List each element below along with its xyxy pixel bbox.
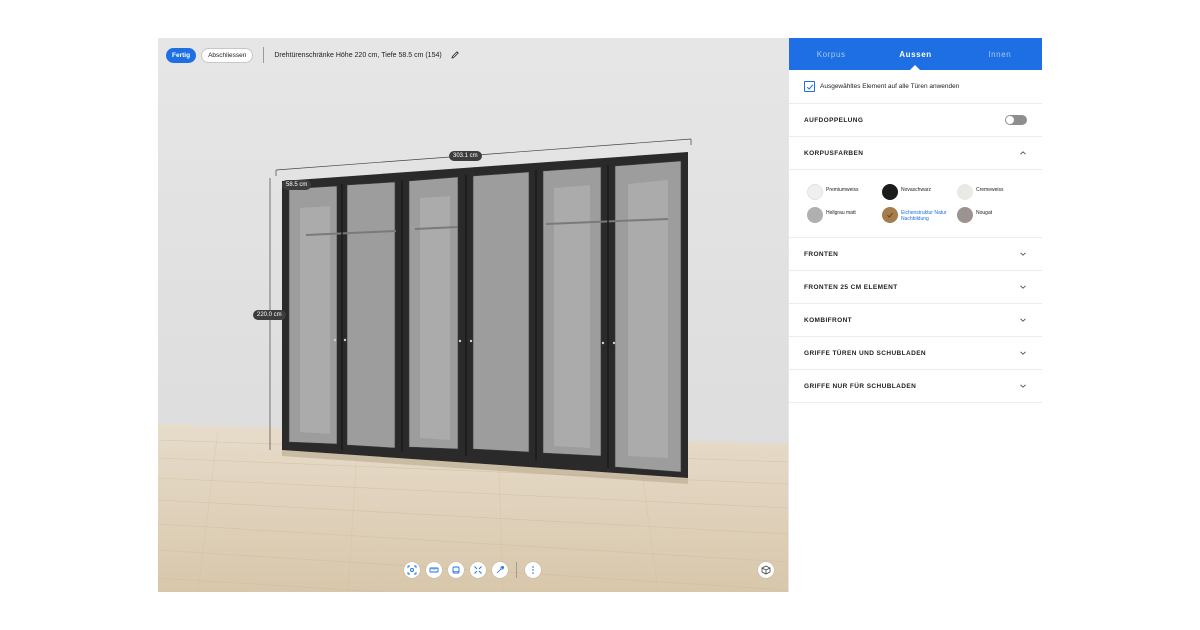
section-title: KORPUSFARBEN — [804, 149, 864, 157]
apply-all-row[interactable]: Ausgewähltes Element auf alle Türen anwe… — [789, 70, 1042, 104]
color-swatch[interactable] — [882, 184, 898, 200]
color-label: Premiumweiss — [826, 187, 859, 193]
color-label: Hellgrau matt — [826, 210, 856, 216]
chevron-down-icon[interactable] — [1019, 250, 1027, 258]
checkmark-icon — [806, 83, 813, 90]
panel-tabs: Korpus Aussen Innen — [789, 38, 1042, 70]
tab-aussen[interactable]: Aussen — [873, 38, 957, 70]
color-label: Cremeweiss — [976, 187, 1004, 193]
color-swatch[interactable] — [957, 207, 973, 223]
aufdoppelung-toggle[interactable] — [1005, 115, 1027, 125]
finish-button[interactable]: Abschliessen — [201, 47, 254, 63]
chevron-up-icon[interactable] — [1019, 149, 1027, 157]
expand-icon — [474, 566, 482, 574]
color-swatches: Premiumweiss Novaschwarz Cremeweiss Hell… — [789, 170, 1042, 238]
chevron-down-icon[interactable] — [1019, 316, 1027, 324]
color-option[interactable]: Premiumweiss — [807, 184, 878, 200]
3d-viewport[interactable]: 303.1 cm 58.5 cm 220.0 cm Fertig Abschli… — [158, 38, 788, 592]
measure-button[interactable] — [426, 562, 442, 578]
section-aufdoppelung[interactable]: AUFDOPPELUNG — [789, 104, 1042, 137]
chevron-down-icon[interactable] — [1019, 349, 1027, 357]
toolbar-divider — [516, 562, 517, 578]
project-title: Drehtürenschränke Höhe 220 cm, Tiefe 58.… — [274, 51, 442, 59]
section-title: AUFDOPPELUNG — [804, 116, 864, 124]
color-swatch[interactable] — [957, 184, 973, 200]
color-label: Nougat — [976, 210, 993, 216]
section-title: KOMBIFRONT — [804, 316, 853, 324]
section-korpusfarben[interactable]: KORPUSFARBEN — [789, 137, 1042, 170]
viewport-topbar: Fertig Abschliessen Drehtürenschränke Hö… — [166, 46, 460, 64]
color-option[interactable]: Hellgrau matt — [807, 207, 878, 223]
layers-icon — [452, 566, 460, 574]
tools-button[interactable] — [492, 562, 508, 578]
color-option[interactable]: Cremeweiss — [957, 184, 1028, 200]
section-griffe-schubladen[interactable]: GRIFFE NUR FÜR SCHUBLADEN — [789, 370, 1042, 403]
focus-button[interactable] — [404, 562, 420, 578]
section-fronten-25cm[interactable]: FRONTEN 25 CM ELEMENT — [789, 271, 1042, 304]
layers-button[interactable] — [448, 562, 464, 578]
apply-all-label: Ausgewähltes Element auf alle Türen anwe… — [820, 83, 960, 90]
checkmark-icon — [887, 212, 893, 218]
cube-icon — [761, 565, 771, 575]
measure-icon — [429, 567, 439, 573]
height-dimension-label: 220.0 cm — [253, 310, 286, 320]
view-toolbar — [404, 562, 541, 578]
expand-button[interactable] — [470, 562, 486, 578]
more-button[interactable] — [525, 562, 541, 578]
view-3d-button[interactable] — [758, 562, 774, 578]
pencil-icon[interactable] — [450, 50, 460, 60]
depth-dimension-label: 58.5 cm — [282, 180, 312, 190]
width-dimension-label: 303.1 cm — [449, 151, 482, 161]
section-fronten[interactable]: FRONTEN — [789, 238, 1042, 271]
chevron-down-icon[interactable] — [1019, 382, 1027, 390]
divider — [263, 47, 265, 63]
tools-icon — [496, 566, 504, 574]
section-title: GRIFFE TÜREN UND SCHUBLADEN — [804, 349, 927, 357]
color-label: Novaschwarz — [901, 187, 932, 193]
done-button[interactable]: Fertig — [166, 47, 197, 63]
focus-icon — [407, 565, 417, 575]
configurator-app: 303.1 cm 58.5 cm 220.0 cm Fertig Abschli… — [158, 38, 1042, 592]
color-option-selected[interactable]: Eichenstruktur Natur Nachbildung — [882, 207, 953, 223]
options-panel: Korpus Aussen Innen Ausgewähltes Element… — [788, 38, 1042, 592]
color-option[interactable]: Nougat — [957, 207, 1028, 223]
section-griffe-tueren[interactable]: GRIFFE TÜREN UND SCHUBLADEN — [789, 337, 1042, 370]
section-title: FRONTEN 25 CM ELEMENT — [804, 283, 898, 291]
section-kombifront[interactable]: KOMBIFRONT — [789, 304, 1042, 337]
more-icon — [532, 566, 534, 574]
section-title: GRIFFE NUR FÜR SCHUBLADEN — [804, 382, 917, 390]
apply-all-checkbox[interactable] — [804, 81, 815, 92]
section-title: FRONTEN — [804, 250, 839, 258]
tab-innen[interactable]: Innen — [958, 38, 1042, 70]
color-swatch[interactable] — [882, 207, 898, 223]
color-swatch[interactable] — [807, 207, 823, 223]
tab-korpus[interactable]: Korpus — [789, 38, 873, 70]
color-swatch[interactable] — [807, 184, 823, 200]
toggle-knob — [1006, 116, 1014, 124]
color-label: Eichenstruktur Natur Nachbildung — [901, 210, 947, 222]
chevron-down-icon[interactable] — [1019, 283, 1027, 291]
color-option[interactable]: Novaschwarz — [882, 184, 953, 200]
